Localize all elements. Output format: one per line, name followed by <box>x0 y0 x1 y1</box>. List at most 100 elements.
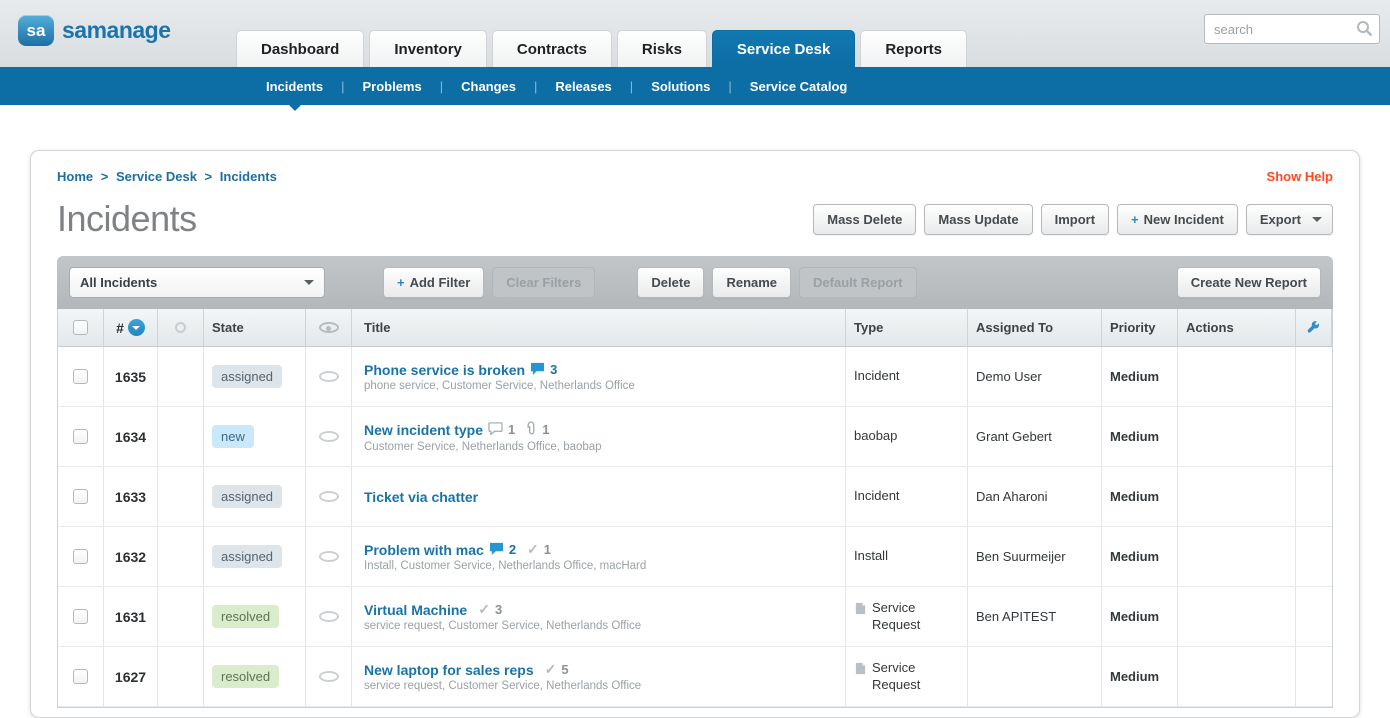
row-checkbox[interactable] <box>73 489 88 504</box>
show-help-link[interactable]: Show Help <box>1267 169 1333 184</box>
priority: Medium <box>1102 647 1178 706</box>
page-title: Incidents <box>57 198 197 240</box>
incident-title-link[interactable]: Ticket via chatter <box>364 489 478 505</box>
incident-type: Incident <box>854 368 900 384</box>
delete-report-button[interactable]: Delete <box>637 267 704 298</box>
report-select[interactable]: All Incidents <box>69 267 325 298</box>
row-checkbox[interactable] <box>73 429 88 444</box>
tab-risks[interactable]: Risks <box>617 30 707 67</box>
tab-dashboard[interactable]: Dashboard <box>236 30 364 67</box>
incidents-table: # State Title Type Assigned To Priority … <box>57 309 1333 708</box>
subnav-solutions[interactable]: Solutions <box>647 79 714 94</box>
incident-number: 1631 <box>104 587 158 646</box>
chevron-down-icon <box>1312 217 1322 227</box>
tab-inventory[interactable]: Inventory <box>369 30 487 67</box>
column-number[interactable]: # <box>116 320 124 336</box>
incident-type: baobap <box>854 428 897 444</box>
incident-type: Service Request <box>872 600 959 633</box>
check-count: 3 <box>495 602 502 617</box>
watch-toggle-icon[interactable] <box>319 671 339 682</box>
subnav-changes[interactable]: Changes <box>457 79 520 94</box>
select-all-checkbox[interactable] <box>73 320 88 335</box>
incident-title-link[interactable]: Problem with mac <box>364 542 484 558</box>
breadcrumb-incidents: Incidents <box>220 169 277 184</box>
add-filter-button[interactable]: + Add Filter <box>383 267 484 298</box>
top-header: sa samanage Dashboard Inventory Contract… <box>0 0 1390 67</box>
state-badge: resolved <box>212 665 279 688</box>
tab-service-desk[interactable]: Service Desk <box>712 30 855 67</box>
assigned-to: Grant Gebert <box>968 407 1102 466</box>
subnav-service-catalog[interactable]: Service Catalog <box>746 79 852 94</box>
breadcrumb-separator: > <box>205 169 213 184</box>
content-panel: Home > Service Desk > Incidents Show Hel… <box>30 150 1360 718</box>
subnav-releases[interactable]: Releases <box>551 79 615 94</box>
rename-report-button[interactable]: Rename <box>712 267 791 298</box>
row-checkbox[interactable] <box>73 669 88 684</box>
incident-title-link[interactable]: Virtual Machine <box>364 602 467 618</box>
comment-count: 3 <box>550 362 557 377</box>
priority: Medium <box>1102 527 1178 586</box>
watch-toggle-icon[interactable] <box>319 551 339 562</box>
sort-descending-icon[interactable] <box>128 319 145 336</box>
incident-tags: service request, Customer Service, Nethe… <box>364 680 641 692</box>
tab-contracts[interactable]: Contracts <box>492 30 612 67</box>
column-assigned-to[interactable]: Assigned To <box>968 309 1102 346</box>
incident-type: Install <box>854 548 888 564</box>
priority: Medium <box>1102 587 1178 646</box>
table-header-row: # State Title Type Assigned To Priority … <box>58 309 1332 347</box>
incident-type: Service Request <box>872 660 959 693</box>
column-priority[interactable]: Priority <box>1102 309 1178 346</box>
row-actions <box>1178 587 1296 646</box>
samanage-logo-text: samanage <box>62 17 171 44</box>
row-actions <box>1178 527 1296 586</box>
breadcrumb-separator: > <box>101 169 109 184</box>
row-checkbox[interactable] <box>73 549 88 564</box>
mass-delete-button[interactable]: Mass Delete <box>813 204 916 235</box>
watch-toggle-icon[interactable] <box>319 491 339 502</box>
subnav-problems[interactable]: Problems <box>358 79 425 94</box>
comment-count: 1 <box>508 422 515 437</box>
samanage-logo-icon: sa <box>18 15 54 46</box>
incident-number: 1632 <box>104 527 158 586</box>
import-button[interactable]: Import <box>1041 204 1109 235</box>
watch-eye-icon[interactable] <box>319 322 339 333</box>
default-report-button: Default Report <box>799 267 917 298</box>
row-checkbox[interactable] <box>73 609 88 624</box>
table-row: 1634 new New incident type 1 1 Customer … <box>58 407 1332 467</box>
plus-icon: + <box>1131 212 1139 227</box>
breadcrumb-home[interactable]: Home <box>57 169 93 184</box>
status-circle-icon[interactable] <box>175 322 186 333</box>
create-new-report-button[interactable]: Create New Report <box>1177 267 1321 298</box>
column-title[interactable]: Title <box>352 309 846 346</box>
breadcrumb-service-desk[interactable]: Service Desk <box>116 169 197 184</box>
incident-number: 1627 <box>104 647 158 706</box>
customize-columns-wrench-icon[interactable] <box>1296 309 1332 346</box>
new-incident-button[interactable]: + New Incident <box>1117 204 1238 235</box>
column-state[interactable]: State <box>204 309 306 346</box>
search-input[interactable] <box>1204 14 1380 44</box>
table-row: 1635 assigned Phone service is broken 3 … <box>58 347 1332 407</box>
check-count: 5 <box>561 662 568 677</box>
table-row: 1631 resolved Virtual Machine ✓ 3 servic… <box>58 587 1332 647</box>
subnav-divider: | <box>440 79 443 94</box>
tab-reports[interactable]: Reports <box>860 30 967 67</box>
subnav-incidents[interactable]: Incidents <box>262 79 327 94</box>
clear-filters-button: Clear Filters <box>492 267 595 298</box>
column-type[interactable]: Type <box>846 309 968 346</box>
watch-toggle-icon[interactable] <box>319 431 339 442</box>
incident-title-link[interactable]: New incident type <box>364 422 483 438</box>
service-request-document-icon <box>854 662 867 678</box>
watch-toggle-icon[interactable] <box>319 371 339 382</box>
table-row: 1633 assigned Ticket via chatter Inciden… <box>58 467 1332 527</box>
samanage-logo[interactable]: sa samanage <box>18 15 171 46</box>
incident-title-link[interactable]: Phone service is broken <box>364 362 525 378</box>
export-dropdown-button[interactable]: Export <box>1246 204 1333 235</box>
watch-toggle-icon[interactable] <box>319 611 339 622</box>
table-row: 1627 resolved New laptop for sales reps … <box>58 647 1332 707</box>
state-badge: assigned <box>212 485 282 508</box>
row-checkbox[interactable] <box>73 369 88 384</box>
incident-title-link[interactable]: New laptop for sales reps <box>364 662 534 678</box>
comments-icon <box>530 362 545 378</box>
row-actions <box>1178 467 1296 526</box>
mass-update-button[interactable]: Mass Update <box>924 204 1032 235</box>
